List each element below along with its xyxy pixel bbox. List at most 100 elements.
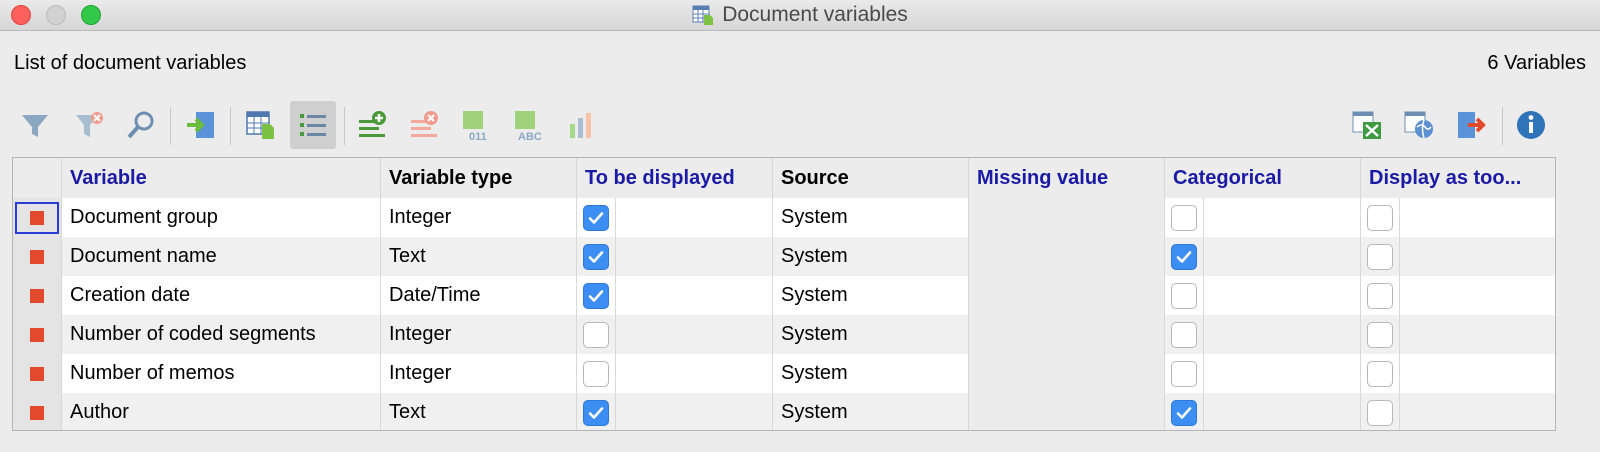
row-marker-cell[interactable] (13, 393, 62, 430)
source-cell[interactable]: System (773, 237, 969, 276)
variable-type-cell[interactable]: Integer (381, 354, 577, 393)
info-icon[interactable] (1508, 101, 1554, 149)
to-be-displayed-checkbox[interactable] (583, 399, 609, 426)
row-marker-cell[interactable] (13, 315, 62, 354)
categorical-checkbox[interactable] (1171, 204, 1197, 231)
list-title: List of document variables (14, 52, 247, 74)
row-marker-cell[interactable] (13, 354, 62, 393)
column-header-display-as-tooltip[interactable]: Display as too... (1361, 158, 1555, 198)
row-marker-cell[interactable] (13, 237, 62, 276)
categorical-cell[interactable] (1165, 276, 1361, 315)
table-row[interactable]: Author Text System (13, 393, 1555, 430)
source-cell[interactable]: System (773, 315, 969, 354)
display-as-tooltip-cell[interactable] (1361, 276, 1555, 315)
display-as-tooltip-checkbox[interactable] (1367, 204, 1393, 231)
variable-name-cell[interactable]: Number of memos (62, 354, 381, 393)
add-variable-icon[interactable] (350, 101, 396, 149)
missing-value-cell[interactable] (969, 276, 1165, 315)
selected-cell-outline (15, 201, 59, 234)
missing-value-cell[interactable] (969, 198, 1165, 237)
variable-name-cell[interactable]: Document group (62, 198, 381, 237)
variable-type-cell[interactable]: Text (381, 237, 577, 276)
title-bar: Document variables (0, 0, 1600, 31)
column-header-missing-value[interactable]: Missing value (969, 158, 1165, 198)
display-as-tooltip-checkbox[interactable] (1367, 321, 1393, 348)
variable-marker-icon (30, 405, 44, 420)
display-as-tooltip-cell[interactable] (1361, 315, 1555, 354)
list-view-icon[interactable] (290, 101, 336, 149)
variable-marker-icon (30, 210, 44, 225)
missing-value-cell[interactable] (969, 315, 1165, 354)
to-be-displayed-cell[interactable] (577, 354, 773, 393)
display-as-tooltip-checkbox[interactable] (1367, 399, 1393, 426)
missing-value-cell[interactable] (969, 354, 1165, 393)
to-be-displayed-checkbox[interactable] (583, 204, 609, 231)
row-marker-cell[interactable] (13, 276, 62, 315)
to-be-displayed-cell[interactable] (577, 315, 773, 354)
source-cell[interactable]: System (773, 393, 969, 430)
categorical-cell[interactable] (1165, 354, 1361, 393)
to-be-displayed-cell[interactable] (577, 276, 773, 315)
table-row[interactable]: Document name Text System (13, 237, 1555, 277)
variable-type-cell[interactable]: Integer (381, 315, 577, 354)
clear-filter-icon[interactable] (66, 101, 112, 149)
to-be-displayed-cell[interactable] (577, 237, 773, 276)
display-as-tooltip-cell[interactable] (1361, 354, 1555, 393)
exit-icon[interactable] (1448, 101, 1494, 149)
export-html-icon[interactable] (1396, 101, 1442, 149)
display-as-tooltip-cell[interactable] (1361, 237, 1555, 276)
table-row[interactable]: Number of memos Integer System (13, 354, 1555, 394)
row-marker-cell[interactable] (13, 198, 62, 237)
export-excel-icon[interactable] (1344, 101, 1390, 149)
variable-name-cell[interactable]: Number of coded segments (62, 315, 381, 354)
variable-name-cell[interactable]: Author (62, 393, 381, 430)
display-as-tooltip-checkbox[interactable] (1367, 243, 1393, 270)
text-variable-icon[interactable]: ABC (506, 101, 552, 149)
chart-icon[interactable] (558, 101, 604, 149)
source-cell[interactable]: System (773, 198, 969, 237)
column-header-variable[interactable]: Variable (62, 158, 381, 198)
categorical-checkbox[interactable] (1171, 243, 1197, 270)
table-view-icon[interactable] (238, 101, 284, 149)
column-header-source[interactable]: Source (773, 158, 969, 198)
source-cell[interactable]: System (773, 276, 969, 315)
table-row[interactable]: Creation date Date/Time System (13, 276, 1555, 316)
display-as-tooltip-cell[interactable] (1361, 393, 1555, 430)
variable-type-cell[interactable]: Date/Time (381, 276, 577, 315)
variable-type-cell[interactable]: Text (381, 393, 577, 430)
search-icon[interactable] (118, 101, 164, 149)
toolbar: 011 ABC (12, 101, 1588, 151)
numeric-variable-icon[interactable]: 011 (454, 101, 500, 149)
column-header-categorical[interactable]: Categorical (1165, 158, 1361, 198)
filter-icon[interactable] (12, 101, 58, 149)
source-cell[interactable]: System (773, 354, 969, 393)
categorical-checkbox[interactable] (1171, 360, 1197, 387)
import-icon[interactable] (178, 101, 224, 149)
to-be-displayed-checkbox[interactable] (583, 243, 609, 270)
display-as-tooltip-cell[interactable] (1361, 198, 1555, 237)
variable-name-cell[interactable]: Creation date (62, 276, 381, 315)
missing-value-cell[interactable] (969, 393, 1165, 430)
categorical-checkbox[interactable] (1171, 399, 1197, 426)
to-be-displayed-checkbox[interactable] (583, 360, 609, 387)
table-row[interactable]: Document group Integer System (13, 198, 1555, 238)
categorical-cell[interactable] (1165, 198, 1361, 237)
missing-value-cell[interactable] (969, 237, 1165, 276)
categorical-cell[interactable] (1165, 393, 1361, 430)
categorical-checkbox[interactable] (1171, 321, 1197, 348)
delete-variable-icon[interactable] (402, 101, 448, 149)
categorical-cell[interactable] (1165, 237, 1361, 276)
display-as-tooltip-checkbox[interactable] (1367, 282, 1393, 309)
display-as-tooltip-checkbox[interactable] (1367, 360, 1393, 387)
categorical-cell[interactable] (1165, 315, 1361, 354)
categorical-checkbox[interactable] (1171, 282, 1197, 309)
column-header-variable-type[interactable]: Variable type (381, 158, 577, 198)
to-be-displayed-checkbox[interactable] (583, 321, 609, 348)
variable-type-cell[interactable]: Integer (381, 198, 577, 237)
to-be-displayed-checkbox[interactable] (583, 282, 609, 309)
table-row[interactable]: Number of coded segments Integer System (13, 315, 1555, 355)
column-header-to-be-displayed[interactable]: To be displayed (577, 158, 773, 198)
to-be-displayed-cell[interactable] (577, 393, 773, 430)
variable-name-cell[interactable]: Document name (62, 237, 381, 276)
to-be-displayed-cell[interactable] (577, 198, 773, 237)
